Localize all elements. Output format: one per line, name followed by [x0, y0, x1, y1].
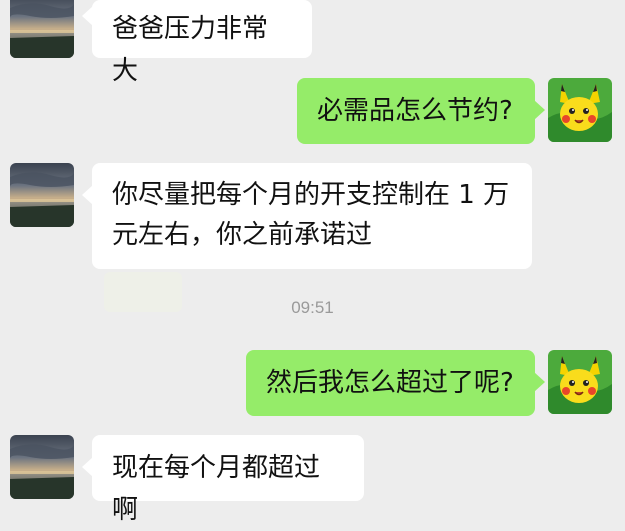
message-timestamp: 09:51	[291, 298, 334, 317]
sunset-landscape-avatar-icon	[10, 163, 74, 227]
contact-avatar[interactable]	[10, 163, 74, 227]
message-text-line: 你尽量把每个月的开支控制在 1 万	[112, 180, 510, 210]
message-text: 然后我怎么超过了呢?	[266, 368, 514, 398]
message-bubble-outgoing[interactable]: 必需品怎么节约?	[297, 78, 545, 144]
pikachu-avatar-icon	[548, 350, 612, 414]
message-text: 爸爸压力非常大	[112, 14, 269, 86]
user-avatar[interactable]	[548, 350, 612, 414]
message-bubble-incoming[interactable]: 爸爸压力非常大	[82, 0, 312, 86]
message-bubble-outgoing[interactable]: 然后我怎么超过了呢?	[246, 350, 545, 416]
message-text-line: 元左右，你之前承诺过	[112, 220, 373, 250]
message-text: 现在每个月都超过啊	[112, 453, 321, 525]
sunset-landscape-avatar-icon	[10, 435, 74, 499]
message-bubble-incoming[interactable]: 你尽量把每个月的开支控制在 1 万 元左右，你之前承诺过	[82, 163, 532, 269]
user-avatar[interactable]	[548, 78, 612, 142]
contact-avatar[interactable]	[10, 435, 74, 499]
message-text: 必需品怎么节约?	[317, 96, 513, 126]
pikachu-avatar-icon	[548, 78, 612, 142]
contact-avatar[interactable]	[10, 0, 74, 58]
sunset-landscape-avatar-icon	[10, 0, 74, 58]
message-bubble-incoming[interactable]: 现在每个月都超过啊	[82, 435, 364, 525]
